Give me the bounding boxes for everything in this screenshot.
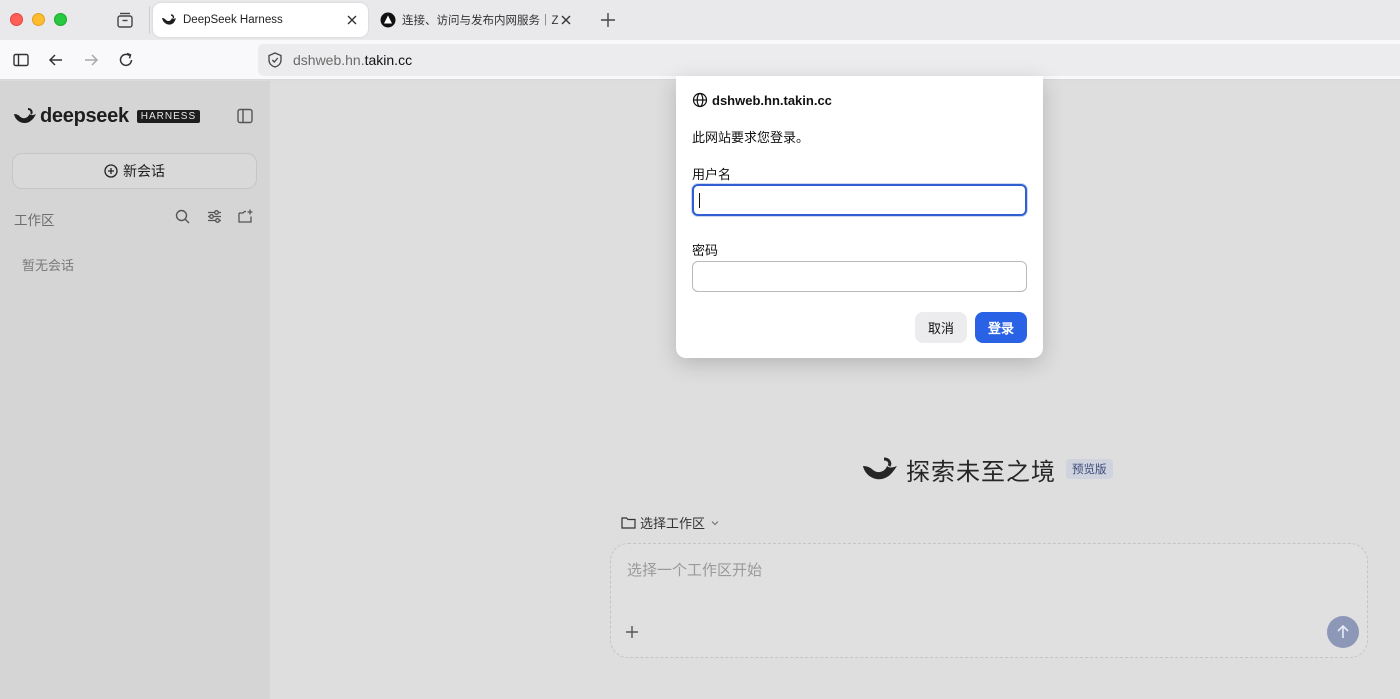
send-button[interactable] [1327,616,1359,648]
composer-placeholder: 选择一个工作区开始 [627,562,763,579]
harness-badge: HARNESS [136,109,201,123]
cancel-button[interactable]: 取消 [915,312,967,343]
back-arrow-icon[interactable] [47,51,65,69]
new-tab-icon[interactable] [599,11,617,29]
dialog-message: 此网站要求您登录。 [692,130,810,145]
password-label: 密码 [692,243,719,258]
deepseek-whale-icon [14,108,36,124]
tab-separator [149,6,150,34]
tab-deepseek-harness[interactable]: DeepSeek Harness [153,3,368,37]
reload-icon[interactable] [117,51,135,69]
tab-close-icon[interactable] [558,12,574,28]
dialog-host: dshweb.hn.takin.cc [692,92,832,108]
text-caret [699,193,700,208]
hero-heading: 探索未至之境 预览版 [862,452,1113,486]
message-composer[interactable]: 选择一个工作区开始 [610,543,1368,658]
collapse-sidebar-icon[interactable] [236,107,254,125]
brand-name: deepseek [40,104,129,127]
username-label: 用户名 [692,167,732,182]
workspace-label: 工作区 [14,213,55,228]
deepseek-whale-icon [162,14,176,25]
tab-close-icon[interactable] [344,12,360,28]
hero-title: 探索未至之境 [906,458,1056,486]
tab-overview-icon[interactable] [116,11,134,29]
close-window-button[interactable] [10,13,23,26]
plus-circle-icon [104,164,118,178]
forward-arrow-icon[interactable] [82,51,100,69]
brand-logo: deepseek HARNESS [13,104,201,127]
search-icon[interactable] [174,208,191,225]
browser-tab-bar: DeepSeek Harness 连接、访问与发布内网服务｜Zero [0,0,1400,40]
deepseek-whale-icon [863,457,897,480]
globe-icon [692,92,708,108]
empty-chats-text: 暂无会话 [22,258,75,273]
username-input[interactable] [692,184,1027,216]
sidebar: deepseek HARNESS 新会话 工作区 暂无会话 [0,81,270,699]
shield-icon[interactable] [266,51,284,69]
triangle-logo-icon [380,12,396,28]
maximize-window-button[interactable] [54,13,67,26]
dialog-host-text: dshweb.hn.takin.cc [712,92,832,108]
filter-sliders-icon[interactable] [206,208,223,225]
workspace-select-label: 选择工作区 [640,516,706,531]
tab-title: DeepSeek Harness [183,14,283,26]
folder-icon [621,517,636,529]
password-input[interactable] [692,261,1027,292]
workspace-select[interactable]: 选择工作区 [621,513,724,532]
address-bar[interactable]: dshweb.hn.takin.cc [258,44,1400,76]
new-folder-icon[interactable] [237,208,254,225]
http-auth-dialog: dshweb.hn.takin.cc 此网站要求您登录。 用户名 密码 取消 登… [676,76,1043,358]
new-chat-label: 新会话 [123,163,165,179]
minimize-window-button[interactable] [32,13,45,26]
new-chat-button[interactable]: 新会话 [12,153,257,189]
tab-title: 连接、访问与发布内网服务｜Zero [402,15,558,27]
url-text: dshweb.hn.takin.cc [293,52,413,68]
tab-zerotier[interactable]: 连接、访问与发布内网服务｜Zero [372,3,582,37]
chevron-down-icon [711,520,719,525]
preview-badge: 预览版 [1066,459,1113,479]
sidebar-toggle-icon[interactable] [12,51,30,69]
login-button[interactable]: 登录 [975,312,1027,343]
browser-nav-bar: dshweb.hn.takin.cc [0,40,1400,80]
arrow-up-icon [1337,624,1349,638]
add-attachment-icon[interactable] [624,624,640,640]
